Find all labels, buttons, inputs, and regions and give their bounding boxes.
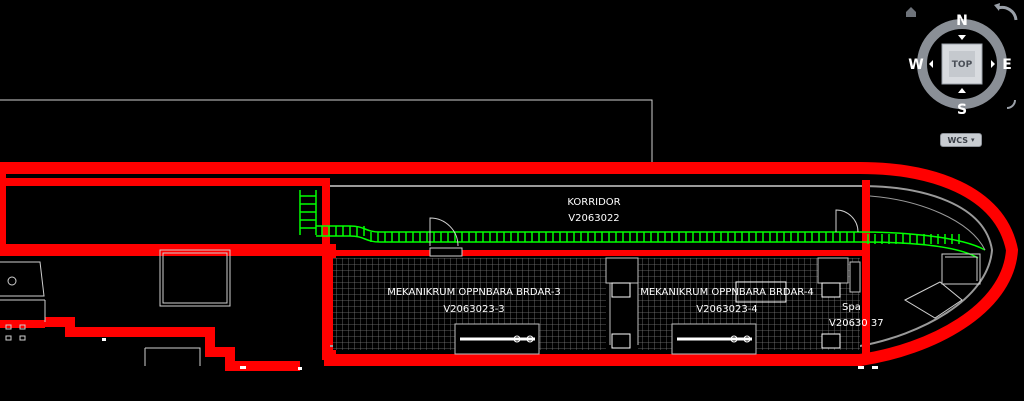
room1-label: MEKANIKRUM OPPNBARA BRDAR-3 [387,287,561,298]
cad-drawing-canvas[interactable]: KORRIDOR V2063022 MEKANIKRUM OPPNBARA BR… [0,0,1024,401]
wcs-label: WCS [947,135,969,145]
arrow-right-icon[interactable] [991,60,995,68]
compass-north[interactable]: N [956,13,968,29]
compass-east[interactable]: E [1002,57,1012,73]
arrow-left-icon[interactable] [929,60,933,68]
chevron-down-icon: ▾ [971,136,975,144]
room2-label: MEKANIKRUM OPPNBARA BRDAR-4 [640,287,814,298]
corridor-id: V2063022 [568,213,619,224]
space-id: V20630 37 [829,318,884,329]
bow-compartment [869,195,986,319]
viewcube[interactable]: TOP N S E W [906,3,1018,118]
home-icon[interactable] [906,7,916,17]
viewcube-face-label: TOP [952,60,973,70]
upper-outline [0,99,860,169]
wcs-dropdown[interactable]: WCS ▾ [940,133,982,147]
compass-west[interactable]: W [908,57,923,73]
rotate-small-icon[interactable] [1006,99,1016,109]
room2-id: V2063023-4 [696,304,757,315]
mechanical-rooms [333,257,861,355]
room1-id: V2063023-3 [443,304,504,315]
left-compartment [0,249,231,366]
corridor-label: KORRIDOR [567,197,620,208]
space-label: Spa [842,302,861,313]
compass-south[interactable]: S [957,102,967,118]
arrow-up-icon[interactable] [958,35,966,40]
rotate-icon[interactable] [997,5,1018,21]
corridor-ladder-tray [299,190,986,259]
arrow-down-icon[interactable] [958,88,966,93]
